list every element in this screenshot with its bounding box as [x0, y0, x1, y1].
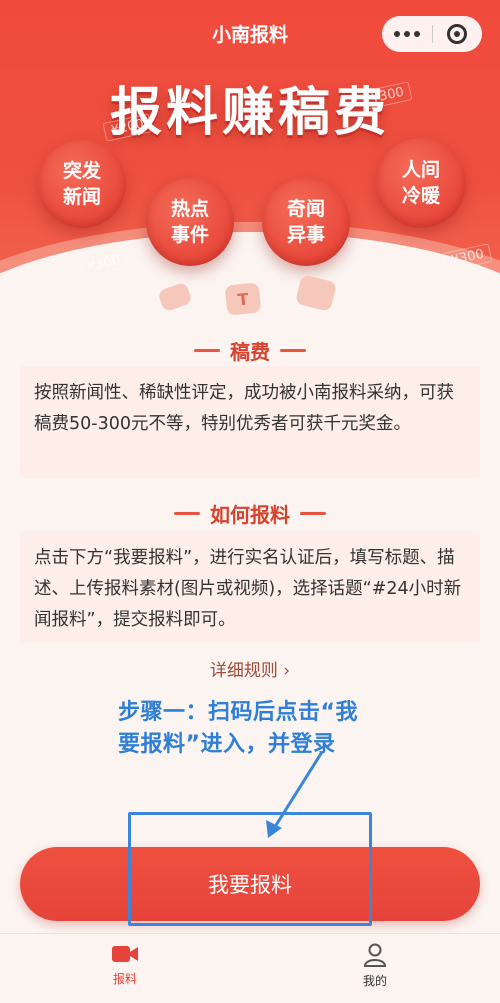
topic-label: 突发 — [62, 160, 101, 182]
more-icon[interactable] — [382, 16, 432, 52]
header-divider-left — [174, 512, 200, 515]
topic-bubble-human-interest: 人间 冷暖 — [376, 138, 466, 228]
topic-bubble-oddities: 奇闻 异事 — [262, 178, 350, 266]
tab-report[interactable]: 报料 — [85, 942, 165, 987]
topic-bubble-hot: 热点 事件 — [146, 178, 234, 266]
header-divider-right — [280, 349, 306, 352]
header-divider-right — [300, 512, 326, 515]
tab-mine[interactable]: 我的 — [335, 942, 415, 989]
topic-label: 奇闻 — [286, 198, 325, 220]
banner-headline: 报料赚稿费 — [109, 83, 390, 143]
tab-label: 我的 — [362, 974, 387, 988]
topic-label: 事件 — [170, 224, 209, 246]
annotation-line: 步骤一：扫码后点击“我 — [118, 700, 358, 725]
bottom-tab-bar: 报料 我的 — [0, 933, 500, 1003]
topic-label: 热点 — [170, 198, 209, 220]
detailed-rules-link[interactable]: 详细规则 › — [0, 656, 500, 681]
miniprogram-capsule — [382, 16, 482, 52]
tab-label: 报料 — [112, 972, 137, 986]
fee-section-title: 稿费 — [230, 340, 270, 364]
topic-label: 冷暖 — [401, 185, 440, 207]
fee-section-header: 稿费 — [0, 336, 500, 365]
title-bar: 小南报料 — [0, 0, 500, 64]
close-target-icon[interactable] — [432, 16, 482, 52]
annotation-highlight-box — [128, 812, 372, 926]
step-annotation: 步骤一：扫码后点击“我 要报料”进入，并登录 — [118, 697, 418, 761]
annotation-line: 要报料”进入，并登录 — [118, 732, 336, 757]
fee-description-card: 按照新闻性、稀缺性评定，成功被小南报料采纳，可获稿费50-300元不等，特别优秀… — [20, 366, 480, 478]
hero-banner: 小南报料 报料赚稿费 ¥200 ¥300 ¥300 ¥300 突发 新闻 热点 … — [0, 0, 500, 330]
video-camera-icon — [112, 946, 138, 962]
header-divider-left — [194, 349, 220, 352]
topic-label: 新闻 — [62, 186, 101, 208]
topic-label: 异事 — [286, 224, 325, 246]
howto-section-header: 如何报料 — [0, 499, 500, 528]
text-decoration-icon: T — [224, 282, 262, 316]
howto-description-card: 点击下方“我要报料”，进行实名认证后，填写标题、描述、上传报料素材(图片或视频)… — [20, 531, 480, 643]
howto-section-title: 如何报料 — [210, 503, 290, 527]
topic-bubble-breaking: 突发 新闻 — [38, 140, 126, 228]
person-icon — [363, 943, 387, 967]
topic-label: 人间 — [401, 159, 440, 181]
